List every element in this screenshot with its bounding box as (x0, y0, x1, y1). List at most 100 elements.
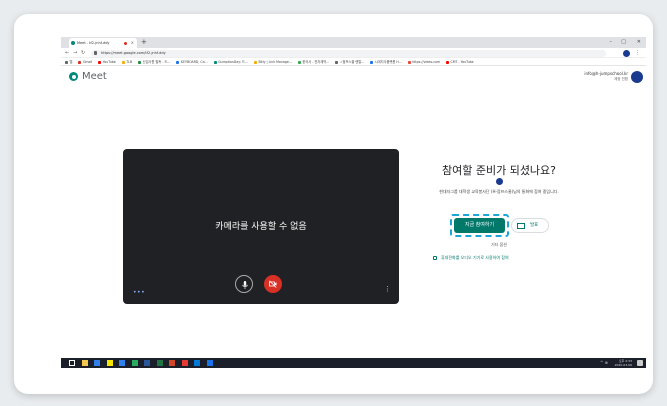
bookmark-label: Gmail (82, 60, 93, 64)
camera-unavailable-message: 카메라를 사용할 수 없음 (215, 222, 307, 232)
bookmarks-bar: 앱 Gmail YouTube TLB 신입사원 필독 - 드... KEYBOARD, … (61, 58, 646, 66)
bookmark-favicon-icon (446, 60, 450, 64)
bookmark-favicon-icon (297, 60, 301, 64)
reload-icon[interactable]: ↻ (81, 48, 85, 58)
ready-heading: 참여할 준비가 되셨나요? (441, 164, 557, 177)
system-tray[interactable]: ^ ⊕ (600, 358, 608, 368)
kakao-icon[interactable] (106, 360, 113, 366)
recording-dot-icon (124, 41, 127, 45)
bookmark-item[interactable]: GumptionDay: 드... (213, 58, 248, 65)
other-options-label: 기타 옵션 (491, 242, 507, 247)
explorer-icon[interactable] (94, 360, 100, 366)
phone-audio-label: 휴대전화를 오디오 기기로 사용하여 참여 (441, 255, 509, 260)
bookmark-item[interactable]: CMT - YouTube (446, 58, 474, 65)
phone-icon (433, 256, 437, 260)
bookmark-label: YouTube (102, 60, 116, 64)
store-icon[interactable] (194, 360, 200, 366)
edge-icon[interactable] (131, 360, 138, 366)
bookmark-item[interactable]: 신입사원 필독 - 드... (138, 58, 171, 65)
camera-button[interactable] (264, 275, 282, 293)
bookmark-item[interactable]: 한국사 - 전자계약... (297, 58, 330, 65)
browser-tab[interactable]: Meet - tf2-jnhf-ddy × (69, 38, 137, 48)
screenshot-frame: Meet - tf2-jnhf-ddy × + – □ ✕ ← → ↻ http… (14, 14, 653, 394)
bookmark-label: 시대지식플랫폼 H... (374, 60, 402, 64)
app-icon[interactable] (206, 360, 213, 366)
meet-logo-icon (69, 72, 78, 81)
bookmark-favicon-icon (138, 60, 142, 64)
bookmark-favicon-icon (65, 60, 68, 64)
notification-icon[interactable] (637, 360, 643, 366)
meet-title: Meet (82, 71, 107, 82)
search-icon[interactable] (81, 360, 88, 366)
present-screen-icon (517, 222, 525, 229)
bookmark-favicon-icon (370, 60, 374, 64)
tab-title: Meet - tf2-jnhf-ddy (77, 41, 110, 45)
bookmark-favicon-icon (213, 60, 217, 64)
forward-icon[interactable]: → (73, 48, 77, 58)
account-avatar[interactable] (631, 71, 643, 83)
address-text: https://meet.google.com/tf2-jnhf-ddy (101, 50, 166, 55)
bookmark-label: 한국사 - 전자계약... (302, 60, 330, 64)
switch-account-link[interactable]: 계정 전환 (614, 77, 628, 82)
ppt-icon[interactable] (169, 360, 175, 366)
back-icon[interactable]: ← (65, 48, 69, 58)
chrome-icon[interactable] (181, 360, 188, 366)
lock-icon (94, 51, 97, 55)
tab-close-icon[interactable]: × (131, 38, 134, 48)
visual-effects-icon[interactable]: ••• (133, 289, 145, 296)
bookmark-item[interactable]: TLB (121, 58, 133, 65)
bookmark-favicon-icon (98, 60, 102, 64)
bookmark-favicon-icon (78, 60, 82, 64)
taskbar-clock[interactable]: 오후 2:33 2020-03-06 (615, 359, 632, 368)
bookmark-favicon-icon (121, 60, 125, 64)
profile-icon[interactable] (623, 49, 630, 57)
participant-avatar (496, 178, 503, 185)
camera-off-icon (269, 280, 277, 288)
bookmark-label: https://video.com (412, 60, 441, 64)
microphone-button[interactable] (235, 275, 253, 293)
browser-toolbar: ← → ↻ https://meet.google.com/tf2-jnhf-d… (61, 48, 646, 58)
windows-taskbar: ^ ⊕ 오후 2:33 2020-03-06 (61, 358, 646, 368)
desktop-screen: Meet - tf2-jnhf-ddy × + – □ ✕ ← → ↻ http… (61, 37, 646, 382)
bookmark-label: 앱 (69, 60, 73, 64)
mail-icon[interactable] (119, 360, 125, 366)
new-tab-button[interactable]: + (141, 37, 147, 48)
address-bar[interactable]: https://meet.google.com/tf2-jnhf-ddy (91, 49, 606, 57)
browser-menu-icon[interactable]: ⋮ (635, 48, 640, 58)
bookmark-label: 신입사원 필독 - 드... (142, 60, 171, 64)
bookmark-label: ㅅ점프스쿨 렌탈... (339, 60, 365, 64)
microphone-icon (242, 281, 248, 289)
word-icon[interactable] (144, 360, 150, 366)
bookmark-item[interactable]: 시대지식플랫폼 H... (370, 58, 402, 65)
bookmark-item[interactable]: ㅅ점프스쿨 렌탈... (335, 58, 365, 65)
bookmark-label: Bitly | Link Manage... (258, 60, 292, 64)
preview-more-icon[interactable]: ⋮ (384, 285, 391, 293)
phone-audio-link[interactable]: 휴대전화를 오디오 기기로 사용하여 참여 (433, 255, 509, 261)
maximize-button[interactable]: □ (621, 37, 626, 48)
bookmark-item[interactable]: Bitly | Link Manage... (253, 58, 292, 65)
bookmark-item[interactable]: 앱 (65, 58, 73, 65)
bookmark-item[interactable]: YouTube (98, 58, 116, 65)
meet-favicon-icon (71, 41, 75, 45)
bookmark-favicon-icon (176, 60, 180, 64)
bookmark-favicon-icon (335, 60, 339, 64)
bookmark-label: GumptionDay: 드... (218, 60, 248, 64)
participants-info: 현대자그룹 대학생 교육봉사단 (H-점프스쿨)님의 통화에 참여 중입니다. (439, 189, 559, 194)
bookmark-label: TLB (126, 60, 133, 64)
excel-icon[interactable] (156, 360, 163, 366)
join-now-button[interactable]: 지금 참여하기 (454, 218, 505, 233)
present-label: 발표 (530, 223, 539, 228)
start-icon[interactable] (69, 360, 75, 366)
bookmark-favicon-icon (253, 60, 257, 64)
bookmark-item[interactable]: KEYBOARD, Co... (176, 58, 208, 65)
present-button[interactable]: 발표 (511, 218, 549, 233)
taskbar-date: 2020-03-06 (614, 363, 632, 367)
minimize-button[interactable]: – (610, 37, 613, 48)
account-email: info@h-jumpschool.kr (584, 71, 628, 76)
tab-strip: Meet - tf2-jnhf-ddy × + – □ ✕ (61, 37, 646, 48)
bookmark-item[interactable]: Gmail (78, 58, 93, 65)
video-preview: 카메라를 사용할 수 없음 ••• ⋮ (123, 149, 399, 304)
bookmark-item[interactable]: https://video.com (407, 58, 441, 65)
close-window-button[interactable]: ✕ (637, 37, 641, 48)
bookmark-favicon-icon (407, 60, 411, 64)
